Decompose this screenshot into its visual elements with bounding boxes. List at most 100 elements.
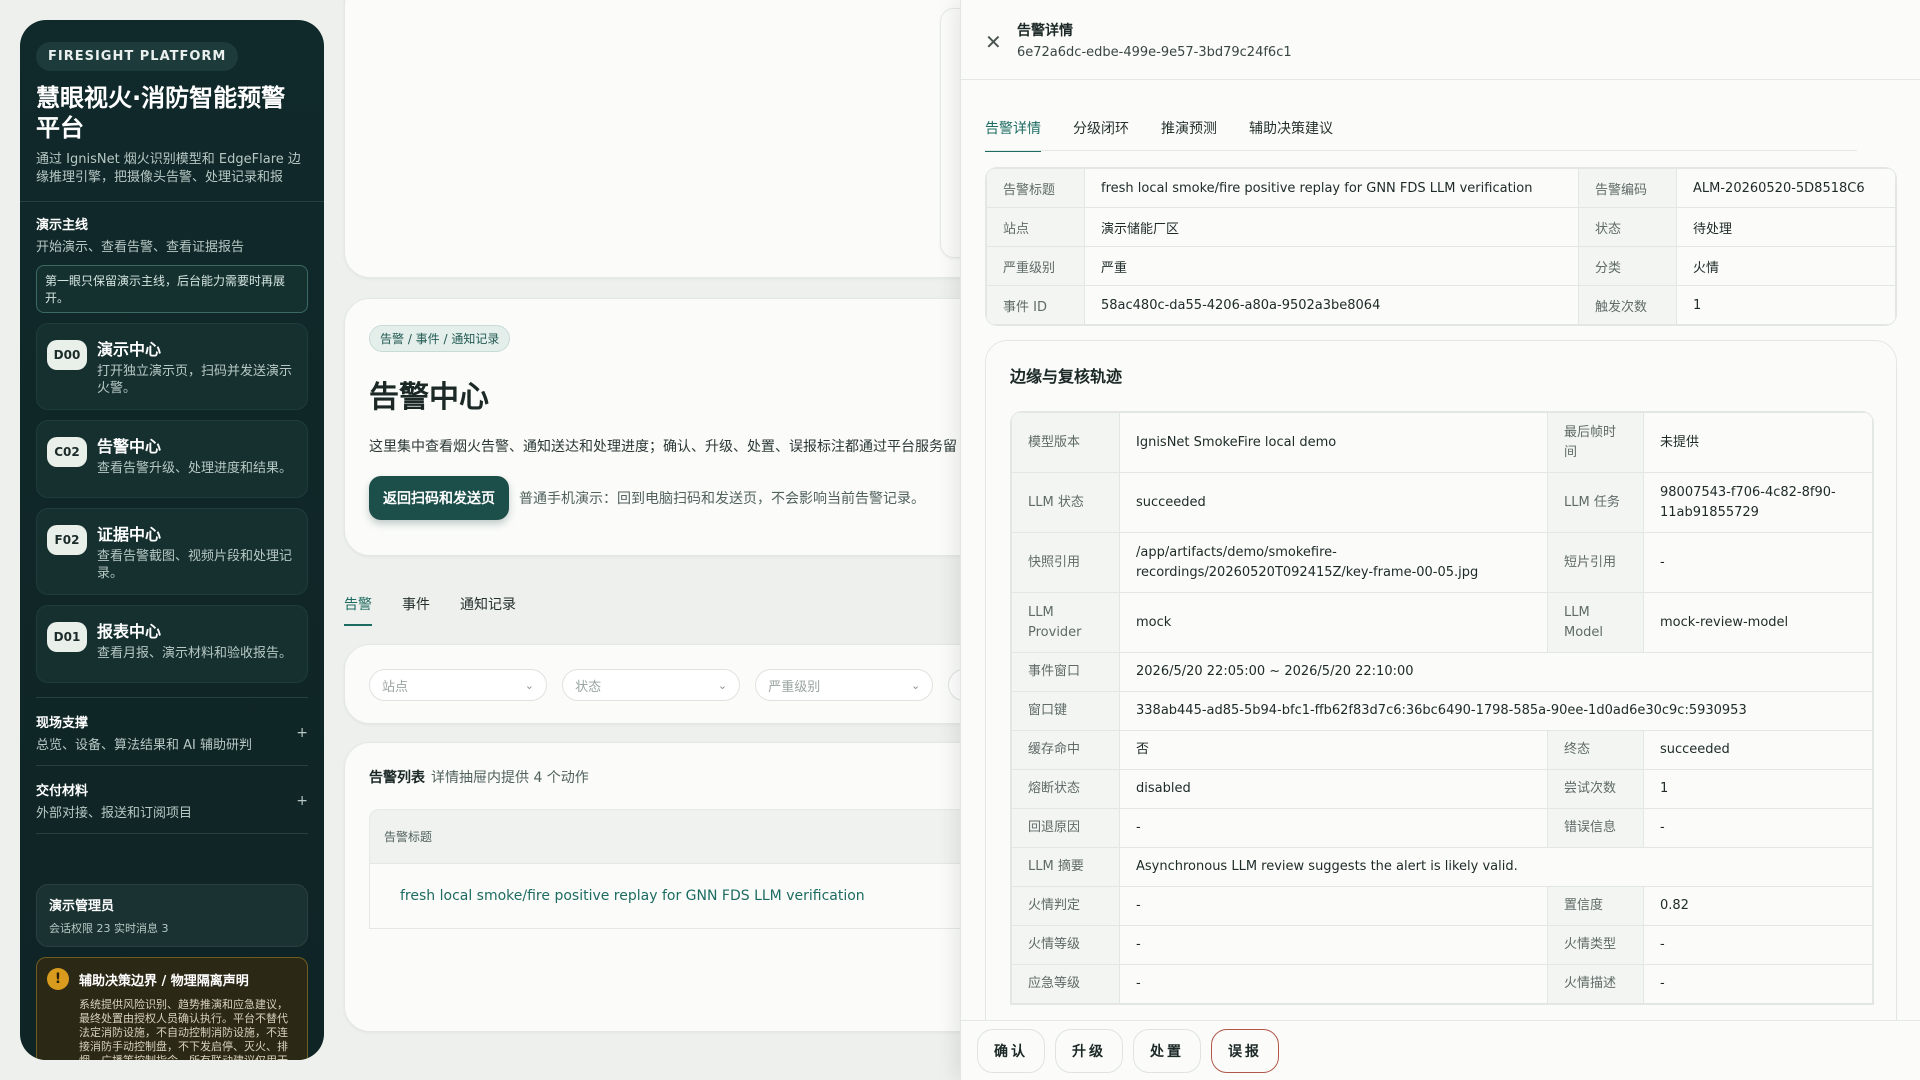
breadcrumb[interactable]: 告警 / 事件 / 通知记录 — [369, 325, 511, 352]
field-value: - — [1643, 925, 1873, 965]
tab-decision-advice[interactable]: 辅助决策建议 — [1249, 118, 1333, 152]
field-value: /app/artifacts/demo/smokefire-recordings… — [1119, 532, 1548, 593]
nav-code-badge: D00 — [47, 340, 87, 370]
field-value: 338ab445-ad85-5b94-bfc1-ffb62f83d7c6:36b… — [1119, 691, 1873, 731]
false-alarm-button[interactable]: 误报 — [1211, 1028, 1279, 1073]
table-row: LLM 状态 succeeded LLM 任务 98007543-f706-4c… — [1011, 472, 1873, 533]
field-value: 待处理 — [1676, 207, 1896, 247]
field-label: 终态 — [1547, 730, 1644, 770]
demo-section-subtitle: 开始演示、查看告警、查看证据报告 — [36, 240, 245, 255]
field-value: disabled — [1119, 769, 1548, 809]
list-title: 告警列表 — [369, 770, 425, 786]
site-filter[interactable]: 站点 ⌄ — [369, 669, 547, 701]
table-row: 熔断状态 disabled 尝试次数 1 — [1011, 769, 1873, 809]
warning-icon: ! — [47, 968, 69, 990]
chevron-down-icon: ⌄ — [910, 678, 921, 692]
field-label: 告警标题 — [986, 168, 1085, 208]
field-label: 火情判定 — [1011, 886, 1120, 926]
nav-item-desc: 查看告警升级、处理进度和结果。 — [97, 461, 293, 476]
field-label: 回退原因 — [1011, 808, 1120, 848]
tab-alerts[interactable]: 告警 — [344, 594, 372, 626]
field-label: 熔断状态 — [1011, 769, 1120, 809]
nav-code-badge: D01 — [47, 622, 87, 652]
field-label: 置信度 — [1547, 886, 1644, 926]
group-delivery-materials[interactable]: 交付材料 外部对接、报送和订阅项目 + — [36, 766, 308, 834]
main-tabs: 告警 事件 通知记录 — [344, 594, 516, 626]
confirm-button[interactable]: 确认 — [977, 1028, 1045, 1073]
status-filter[interactable]: 状态 ⌄ — [562, 669, 741, 701]
nav-item-desc: 打开独立演示页，扫码并发送演示火警。 — [97, 364, 293, 396]
dispose-button[interactable]: 处置 — [1133, 1028, 1201, 1073]
tab-alert-detail[interactable]: 告警详情 — [985, 118, 1041, 152]
field-value: mock-review-model — [1643, 592, 1873, 653]
platform-description: 通过 IgnisNet 烟火识别模型和 EdgeFlare 边缘推理引擎，把摄像… — [36, 152, 301, 185]
field-value: 火情 — [1676, 246, 1896, 286]
nav-item-evidence-center[interactable]: F02 证据中心 查看告警截图、视频片段和处理记录。 — [36, 508, 308, 595]
back-to-scan-button[interactable]: 返回扫码和发送页 — [369, 476, 509, 520]
field-value: succeeded — [1119, 472, 1548, 533]
field-value: - — [1643, 964, 1873, 1004]
table-row: 严重级别 严重 分类 火情 — [986, 246, 1896, 286]
tab-events[interactable]: 事件 — [402, 594, 430, 626]
alert-id: 6e72a6dc-edbe-499e-9e57-3bd79c24f6c1 — [1017, 45, 1292, 60]
group-subtitle: 外部对接、报送和订阅项目 — [36, 806, 193, 821]
field-label: 缓存命中 — [1011, 730, 1120, 770]
alert-detail-drawer: ✕ 告警详情 6e72a6dc-edbe-499e-9e57-3bd79c24f… — [960, 0, 1920, 1080]
drawer-title: 告警详情 — [1017, 23, 1073, 39]
expand-icon[interactable]: + — [296, 725, 308, 741]
field-label: 事件窗口 — [1011, 652, 1120, 692]
demo-section-title: 演示主线 — [36, 218, 89, 233]
nav-item-desc: 查看月报、演示材料和验收报告。 — [97, 646, 293, 661]
field-label: 快照引用 — [1011, 532, 1120, 593]
field-label: 站点 — [986, 207, 1085, 247]
field-label: LLM 摘要 — [1011, 847, 1120, 887]
field-label: 火情描述 — [1547, 964, 1644, 1004]
table-row: 告警标题 fresh local smoke/fire positive rep… — [986, 168, 1896, 208]
expand-icon[interactable]: + — [296, 793, 308, 809]
nav-item-title: 证据中心 — [97, 525, 162, 544]
severity-filter[interactable]: 严重级别 ⌄ — [755, 669, 934, 701]
chevron-down-icon: ⌄ — [717, 678, 728, 692]
field-value: mock — [1119, 592, 1548, 653]
nav-code-badge: F02 — [47, 525, 87, 555]
field-value: 58ac480c-da55-4206-a80a-9502a3be8064 — [1084, 285, 1579, 325]
nav-item-alert-center[interactable]: C02 告警中心 查看告警升级、处理进度和结果。 — [36, 420, 308, 498]
field-value: 0.82 — [1643, 886, 1873, 926]
field-label: 告警编码 — [1578, 168, 1677, 208]
table-row: 事件窗口 2026/5/20 22:05:00 ~ 2026/5/20 22:1… — [1011, 652, 1873, 692]
disclaimer-panel: ! 辅助决策边界 / 物理隔离声明 系统提供风险识别、趋势推演和应急建议，最终处… — [36, 957, 308, 1060]
group-subtitle: 总览、设备、算法结果和 AI 辅助研判 — [36, 738, 252, 753]
group-field-support[interactable]: 现场支撑 总览、设备、算法结果和 AI 辅助研判 + — [36, 697, 308, 766]
field-label: 尝试次数 — [1547, 769, 1644, 809]
table-row: 火情等级 - 火情类型 - — [1011, 925, 1873, 965]
field-label: 严重级别 — [986, 246, 1085, 286]
escalate-button[interactable]: 升级 — [1055, 1028, 1123, 1073]
close-icon[interactable]: ✕ — [985, 30, 1002, 54]
tab-prediction[interactable]: 推演预测 — [1161, 118, 1217, 152]
nav-item-desc: 查看告警截图、视频片段和处理记录。 — [97, 549, 293, 581]
admin-card[interactable]: 演示管理员 会话权限 23 实时消息 3 — [36, 884, 308, 947]
nav-item-title: 演示中心 — [97, 340, 162, 359]
field-label: 事件 ID — [986, 285, 1085, 325]
field-value: - — [1119, 886, 1548, 926]
list-subtitle: 详情抽屉内提供 4 个动作 — [431, 770, 589, 786]
tab-notifications[interactable]: 通知记录 — [460, 594, 516, 626]
tab-grading-loop[interactable]: 分级闭环 — [1073, 118, 1129, 152]
group-title: 现场支撑 — [36, 716, 89, 731]
field-value: - — [1119, 964, 1548, 1004]
field-label: 模型版本 — [1011, 412, 1120, 473]
field-value: succeeded — [1643, 730, 1873, 770]
field-value: 严重 — [1084, 246, 1579, 286]
table-row: 模型版本 IgnisNet SmokeFire local demo 最后帧时间… — [1011, 412, 1873, 473]
brand-badge: FIRESIGHT PLATFORM — [36, 42, 239, 71]
field-label: 状态 — [1578, 207, 1677, 247]
nav-item-title: 告警中心 — [97, 437, 162, 456]
field-label: 火情类型 — [1547, 925, 1644, 965]
nav-item-demo-center[interactable]: D00 演示中心 打开独立演示页，扫码并发送演示火警。 — [36, 323, 308, 410]
table-row: 事件 ID 58ac480c-da55-4206-a80a-9502a3be80… — [986, 285, 1896, 325]
field-label: 最后帧时间 — [1547, 412, 1644, 473]
nav-item-report-center[interactable]: D01 报表中心 查看月报、演示材料和验收报告。 — [36, 605, 308, 683]
field-label: 错误信息 — [1547, 808, 1644, 848]
field-value: - — [1119, 925, 1548, 965]
disclaimer-title: 辅助决策边界 / 物理隔离声明 — [79, 973, 249, 989]
